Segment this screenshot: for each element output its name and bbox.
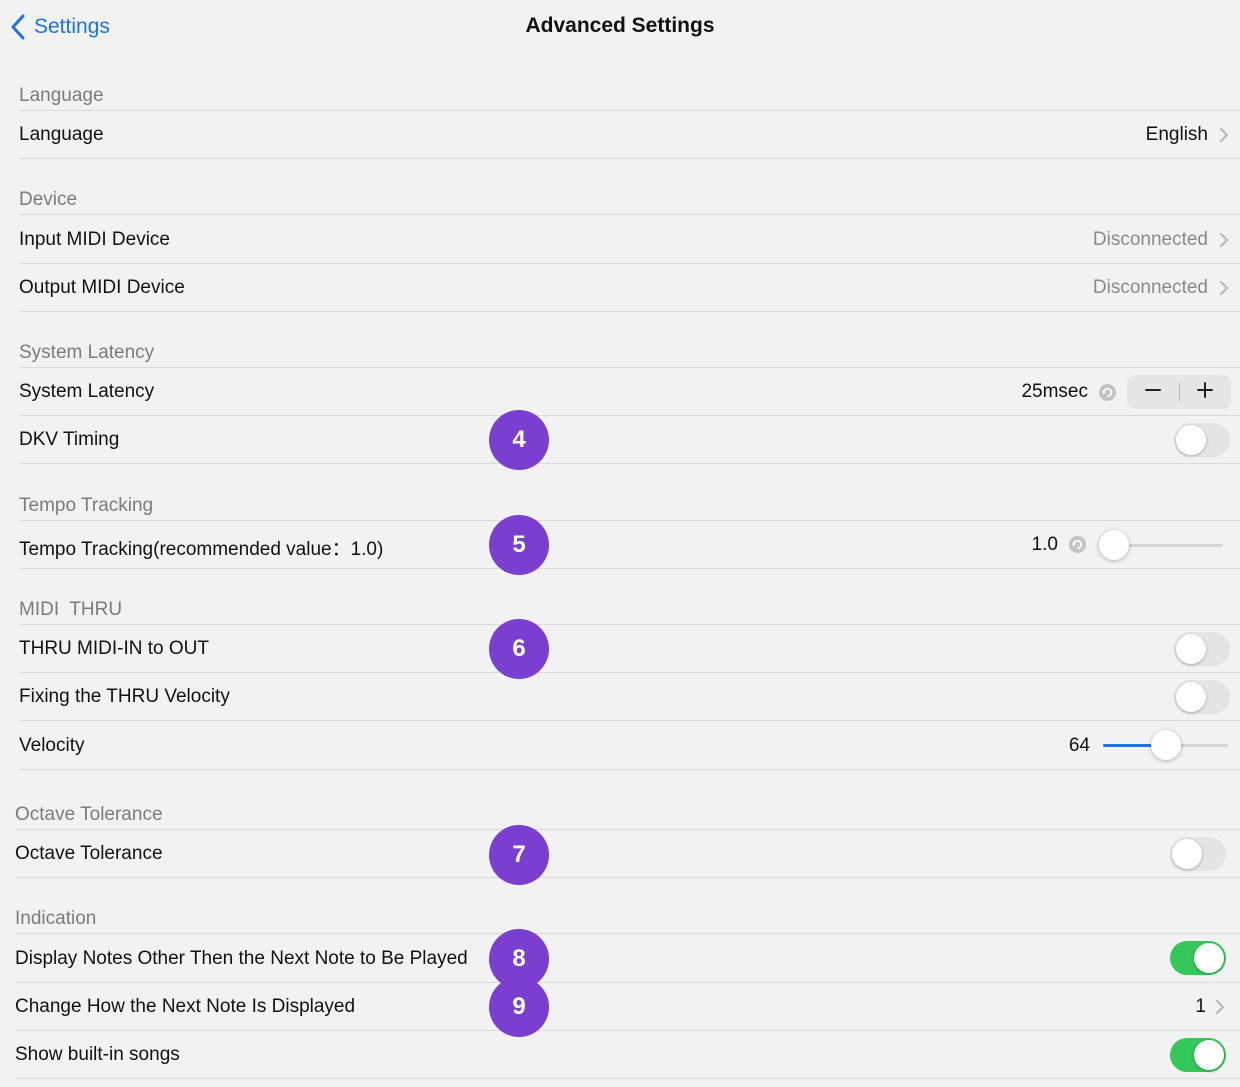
divider [19,568,1240,569]
row-label-octave-tolerance: Octave Tolerance [15,843,163,864]
divider [19,769,1240,770]
row-display-notes-other: Display Notes Other Then the Next Note t… [0,934,1240,982]
section-header-tempo-tracking: Tempo Tracking [19,495,154,516]
row-fixing-thru-velocity: Fixing the THRU Velocity [0,673,1240,720]
chevron-right-icon [1215,999,1225,1015]
chevron-right-icon [1219,232,1229,248]
octave-tolerance-toggle[interactable] [1170,837,1226,871]
row-label-input-midi-device: Input MIDI Device [19,229,170,250]
row-value-tempo-tracking: 1.0 [1031,534,1058,555]
annotation-badge: 9 [489,977,549,1037]
row-value-language: English [1145,124,1208,145]
row-label-fixing-thru-velocity: Fixing the THRU Velocity [19,686,230,707]
dkv-timing-toggle[interactable] [1174,423,1230,457]
row-velocity: Velocity 64 [0,721,1240,769]
thru-midi-in-to-out-toggle[interactable] [1174,632,1230,666]
reset-icon[interactable] [1098,383,1117,402]
row-value-output-midi-device: Disconnected [1092,277,1208,298]
row-show-built-in-songs: Show built-in songs [0,1031,1240,1078]
row-label-output-midi-device: Output MIDI Device [19,277,185,298]
velocity-slider[interactable] [1103,730,1228,760]
toggle-knob [1176,682,1206,712]
plus-icon [1197,381,1213,403]
page-title: Advanced Settings [525,14,715,37]
row-change-next-note-display[interactable]: Change How the Next Note Is Displayed 1 [0,983,1240,1030]
row-label-system-latency: System Latency [19,381,155,402]
slider-thumb[interactable] [1099,530,1129,560]
toggle-knob [1172,839,1202,869]
row-value-change-next-note-display: 1 [1195,996,1206,1017]
toggle-knob [1194,943,1224,973]
minus-icon [1145,382,1161,403]
divider [19,158,1240,159]
annotation-badge: 4 [489,410,549,470]
toggle-knob [1194,1040,1224,1070]
divider [15,1078,1240,1079]
annotation-badge: 7 [489,825,549,885]
show-built-in-songs-toggle[interactable] [1170,1038,1226,1072]
section-header-device: Device [19,189,78,210]
row-language[interactable]: Language English [0,111,1240,158]
row-tempo-tracking: Tempo Tracking(recommended value：1.0) 1.… [0,521,1240,568]
slider-thumb[interactable] [1150,730,1181,760]
annotation-badge: 6 [489,619,549,679]
decrement-button[interactable] [1127,375,1179,409]
increment-button[interactable] [1179,375,1231,409]
fixing-thru-velocity-toggle[interactable] [1174,680,1230,714]
row-output-midi-device[interactable]: Output MIDI Device Disconnected [0,264,1240,311]
row-value-system-latency: 25msec [1021,381,1088,402]
toggle-knob [1176,425,1206,455]
row-value-input-midi-device: Disconnected [1092,229,1208,250]
section-header-midi-thru: MIDI THRU [19,599,123,620]
row-input-midi-device[interactable]: Input MIDI Device Disconnected [0,215,1240,263]
divider [19,463,1240,464]
chevron-right-icon [1219,280,1229,296]
divider [15,877,1240,878]
row-value-velocity: 64 [1068,735,1090,756]
toggle-knob [1176,634,1206,664]
divider [19,311,1240,312]
section-header-octave-tolerance: Octave Tolerance [15,804,163,825]
section-header-language: Language [19,85,104,106]
row-label-show-built-in-songs: Show built-in songs [15,1044,180,1065]
row-thru-midi-in-to-out: THRU MIDI-IN to OUT [0,625,1240,672]
row-octave-tolerance: Octave Tolerance [0,830,1240,877]
annotation-badge: 5 [489,515,549,575]
row-label-thru-midi-in-to-out: THRU MIDI-IN to OUT [19,638,209,659]
row-label-velocity: Velocity [19,735,85,756]
chevron-right-icon [1219,127,1229,143]
section-header-indication: Indication [15,908,97,929]
reset-icon[interactable] [1068,535,1087,554]
row-dkv-timing: DKV Timing [0,416,1240,463]
row-label-change-next-note-display: Change How the Next Note Is Displayed [15,996,356,1017]
latency-stepper[interactable] [1127,375,1231,409]
row-label-language: Language [19,124,104,145]
tempo-tracking-slider[interactable] [1099,530,1223,560]
row-label-tempo-tracking: Tempo Tracking(recommended value：1.0) [19,539,384,560]
row-system-latency: System Latency 25msec [0,368,1240,415]
row-label-dkv-timing: DKV Timing [19,429,120,450]
section-header-system-latency: System Latency [19,342,155,363]
display-notes-other-toggle[interactable] [1170,941,1226,975]
row-label-display-notes-other: Display Notes Other Then the Next Note t… [15,948,468,969]
